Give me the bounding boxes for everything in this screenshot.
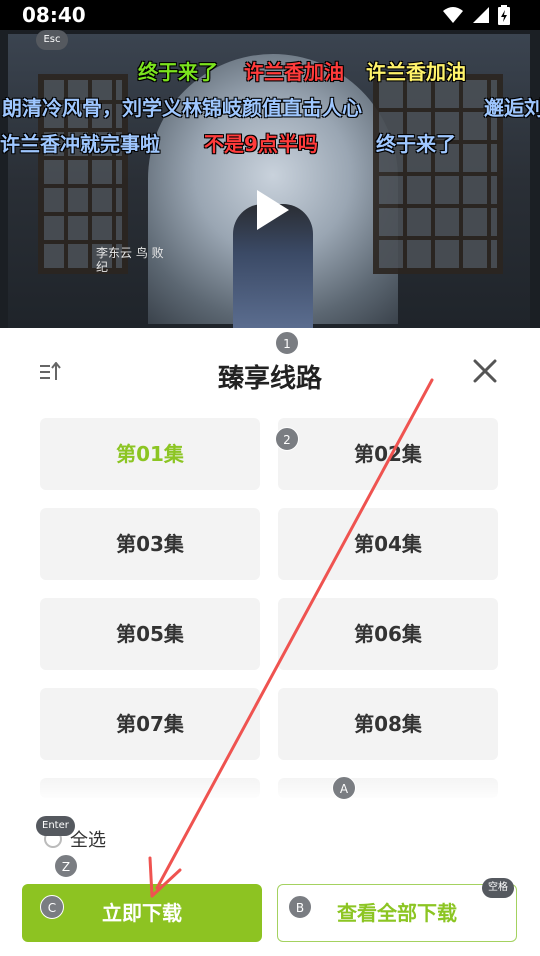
episode-item-03[interactable]: 第03集 xyxy=(40,508,260,580)
episode-item-06[interactable]: 第06集 xyxy=(278,598,498,670)
danmaku-comment: 终于来了 xyxy=(138,60,218,84)
shortcut-badge-b: B xyxy=(288,895,312,919)
sheet-title: 臻享线路 xyxy=(217,364,322,394)
close-icon[interactable] xyxy=(472,356,498,390)
episode-item-02[interactable]: 第02集 xyxy=(278,418,498,490)
danmaku-comment: 许兰香加油 xyxy=(366,60,466,84)
danmaku-comment: 朗清冷风骨，刘学义林锦岐颜值直击人心 xyxy=(2,96,362,120)
wifi-icon xyxy=(443,7,463,23)
status-bar: 08:40 xyxy=(0,0,540,30)
shortcut-badge-z: Z xyxy=(54,854,78,878)
esc-shortcut-badge: Esc xyxy=(36,30,68,50)
episode-item-08[interactable]: 第08集 xyxy=(278,688,498,760)
status-time: 08:40 xyxy=(22,3,86,27)
danmaku-comment: 不是9点半吗 xyxy=(204,132,318,156)
danmaku-comment: 许兰香冲就完事啦 xyxy=(0,132,160,156)
video-seal-text: 李东云 鸟 败 纪 xyxy=(96,246,164,274)
episode-item-05[interactable]: 第05集 xyxy=(40,598,260,670)
shortcut-badge-a: A xyxy=(332,776,356,800)
signal-icon xyxy=(473,7,489,23)
episode-item-07[interactable]: 第07集 xyxy=(40,688,260,760)
select-all-label: 全选 xyxy=(70,830,106,851)
list-fade-overlay xyxy=(0,775,540,805)
shortcut-badge-c: C xyxy=(40,895,64,919)
danmaku-comment: 邂逅刘 xyxy=(484,96,540,120)
shortcut-badge-2: 2 xyxy=(275,427,299,451)
episode-item-04[interactable]: 第04集 xyxy=(278,508,498,580)
view-all-downloads-button[interactable]: 查看全部下载 xyxy=(277,884,517,942)
play-icon[interactable] xyxy=(257,190,289,230)
episode-item-01[interactable]: 第01集 xyxy=(40,418,260,490)
danmaku-comment: 终于来了 xyxy=(376,132,456,156)
shortcut-badge-1: 1 xyxy=(275,331,299,355)
danmaku-comment: 许兰香加油 xyxy=(244,60,344,84)
battery-icon xyxy=(498,5,510,25)
space-shortcut-badge: 空格 xyxy=(482,878,514,898)
status-icons xyxy=(442,5,510,25)
enter-shortcut-badge: Enter xyxy=(36,816,75,836)
